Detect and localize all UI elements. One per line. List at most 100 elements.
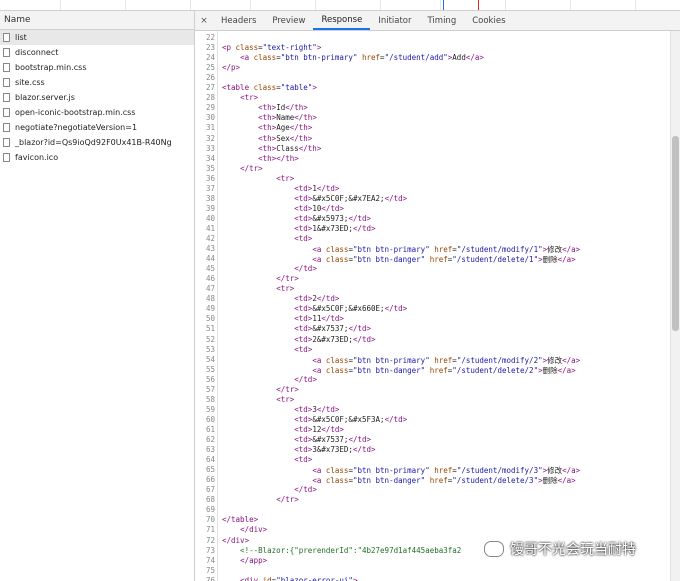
- line-number: 34: [205, 153, 215, 163]
- watermark: 馒哥不光会玩当耐特: [484, 539, 636, 559]
- line-number: 66: [205, 475, 215, 485]
- line-number: 40: [205, 213, 215, 223]
- line-number: 58: [205, 394, 215, 404]
- code-line: <th>Class</th>: [258, 143, 322, 153]
- line-number: 48: [205, 294, 215, 304]
- code-line: <th>Age</th>: [258, 123, 313, 133]
- line-number: 63: [205, 445, 215, 455]
- request-name: blazor.server.js: [15, 93, 75, 102]
- code-line: </table>: [222, 515, 259, 525]
- request-row[interactable]: bootstrap.min.css: [0, 60, 194, 75]
- line-number: 69: [205, 505, 215, 515]
- request-name: _blazor?id=Qs9ioQd92F0Ux41B-R40Ng: [15, 138, 172, 147]
- request-row[interactable]: _blazor?id=Qs9ioQd92F0Ux41B-R40Ng: [0, 135, 194, 150]
- line-number: 74: [205, 555, 215, 565]
- line-number: 71: [205, 525, 215, 535]
- code-line: <div id="blazor-error-ui">: [240, 575, 358, 581]
- response-source-view: 22 23 24 25 26 27 28 29 30 31 32 33 34 35 36 37 38 39 40 41…: [195, 31, 671, 581]
- file-icon: [3, 153, 10, 162]
- watermark-text: 馒哥不光会玩当耐特: [510, 542, 636, 558]
- line-number: 36: [205, 173, 215, 183]
- line-number: 26: [205, 73, 215, 83]
- close-details-icon[interactable]: ×: [195, 11, 213, 30]
- file-icon: [3, 63, 10, 72]
- code-line: <th>Name</th>: [258, 113, 317, 123]
- name-column-header[interactable]: Name: [0, 11, 194, 30]
- request-row[interactable]: favicon.ico: [0, 150, 194, 165]
- timeline-load-marker: [478, 0, 479, 10]
- line-number: 31: [205, 123, 215, 133]
- code-line: <td>2</td>: [294, 294, 340, 304]
- line-number: 49: [205, 304, 215, 314]
- code-line: <tr>: [276, 173, 295, 183]
- code-line: </tr>: [240, 163, 263, 173]
- code-line: </td>: [294, 485, 317, 495]
- line-number: 72: [205, 535, 215, 545]
- code-line: <td>10</td>: [294, 203, 344, 213]
- code-line: <td>1&#x73ED;</td>: [294, 223, 376, 233]
- line-number: 57: [205, 384, 215, 394]
- request-row[interactable]: negotiate?negotiateVersion=1: [0, 120, 194, 135]
- tab-headers[interactable]: Headers: [213, 11, 264, 30]
- request-row[interactable]: blazor.server.js: [0, 90, 194, 105]
- line-number: 75: [205, 565, 215, 575]
- scrollbar-thumb[interactable]: [672, 136, 679, 331]
- response-scrollbar[interactable]: [670, 31, 680, 581]
- request-name: disconnect: [15, 48, 59, 57]
- line-number: 27: [205, 83, 215, 93]
- tab-preview[interactable]: Preview: [264, 11, 313, 30]
- line-number: 25: [205, 63, 215, 73]
- code-line: </div>: [240, 525, 268, 535]
- line-number: 38: [205, 193, 215, 203]
- line-number: 56: [205, 374, 215, 384]
- network-timeline-overview: [0, 0, 680, 11]
- file-icon: [3, 108, 10, 117]
- line-number: 61: [205, 424, 215, 434]
- line-number: 55: [205, 364, 215, 374]
- code-line: </p>: [222, 63, 241, 73]
- line-number: 76: [205, 575, 215, 581]
- code-line: <td>12</td>: [294, 424, 344, 434]
- request-row[interactable]: site.css: [0, 75, 194, 90]
- code-line: <td>2&#x73ED;</td>: [294, 334, 376, 344]
- line-number: 64: [205, 455, 215, 465]
- code-line: </tr>: [276, 384, 299, 394]
- code-line: <td>1</td>: [294, 183, 340, 193]
- code-line: <th>Sex</th>: [258, 133, 313, 143]
- request-row[interactable]: list: [0, 30, 194, 45]
- code-line: </app>: [240, 555, 268, 565]
- line-number: 59: [205, 404, 215, 414]
- wechat-icon: [484, 541, 504, 557]
- code-line: <td>&#x5C0F;&#x5F3A;</td>: [294, 414, 408, 424]
- code-line: </td>: [294, 374, 317, 384]
- request-row[interactable]: disconnect: [0, 45, 194, 60]
- line-number: 28: [205, 93, 215, 103]
- line-number: 37: [205, 183, 215, 193]
- request-name: list: [15, 33, 27, 42]
- code-line: <td>&#x5973;</td>: [294, 213, 372, 223]
- code-line: <!--Blazor:{"prerenderId":"4b27e97d1af44…: [222, 545, 462, 555]
- request-name: site.css: [15, 78, 45, 87]
- code-line: <td>3&#x73ED;</td>: [294, 445, 376, 455]
- line-number: 53: [205, 344, 215, 354]
- line-number: 73: [205, 545, 215, 555]
- line-number: 51: [205, 324, 215, 334]
- line-number: 67: [205, 485, 215, 495]
- request-list: list disconnect bootstrap.min.css site.css b…: [0, 30, 194, 165]
- request-details-panel: × Headers Preview Response Initiator Timing C…: [195, 11, 680, 581]
- file-icon: [3, 93, 10, 102]
- tab-cookies[interactable]: Cookies: [464, 11, 513, 30]
- tab-response[interactable]: Response: [313, 11, 371, 30]
- request-name: negotiate?negotiateVersion=1: [15, 123, 138, 132]
- line-number: 23: [205, 43, 215, 53]
- tab-initiator[interactable]: Initiator: [370, 11, 419, 30]
- line-number: 32: [205, 133, 215, 143]
- request-list-panel: Name list disconnect bootstrap.min.css site…: [0, 11, 195, 581]
- code-line: <td>&#x5C0F;&#x7EA2;</td>: [294, 193, 408, 203]
- code-line: <td>: [294, 455, 313, 465]
- tab-timing[interactable]: Timing: [420, 11, 465, 30]
- line-number: 24: [205, 53, 215, 63]
- request-row[interactable]: open-iconic-bootstrap.min.css: [0, 105, 194, 120]
- line-number: 46: [205, 274, 215, 284]
- line-number: 42: [205, 234, 215, 243]
